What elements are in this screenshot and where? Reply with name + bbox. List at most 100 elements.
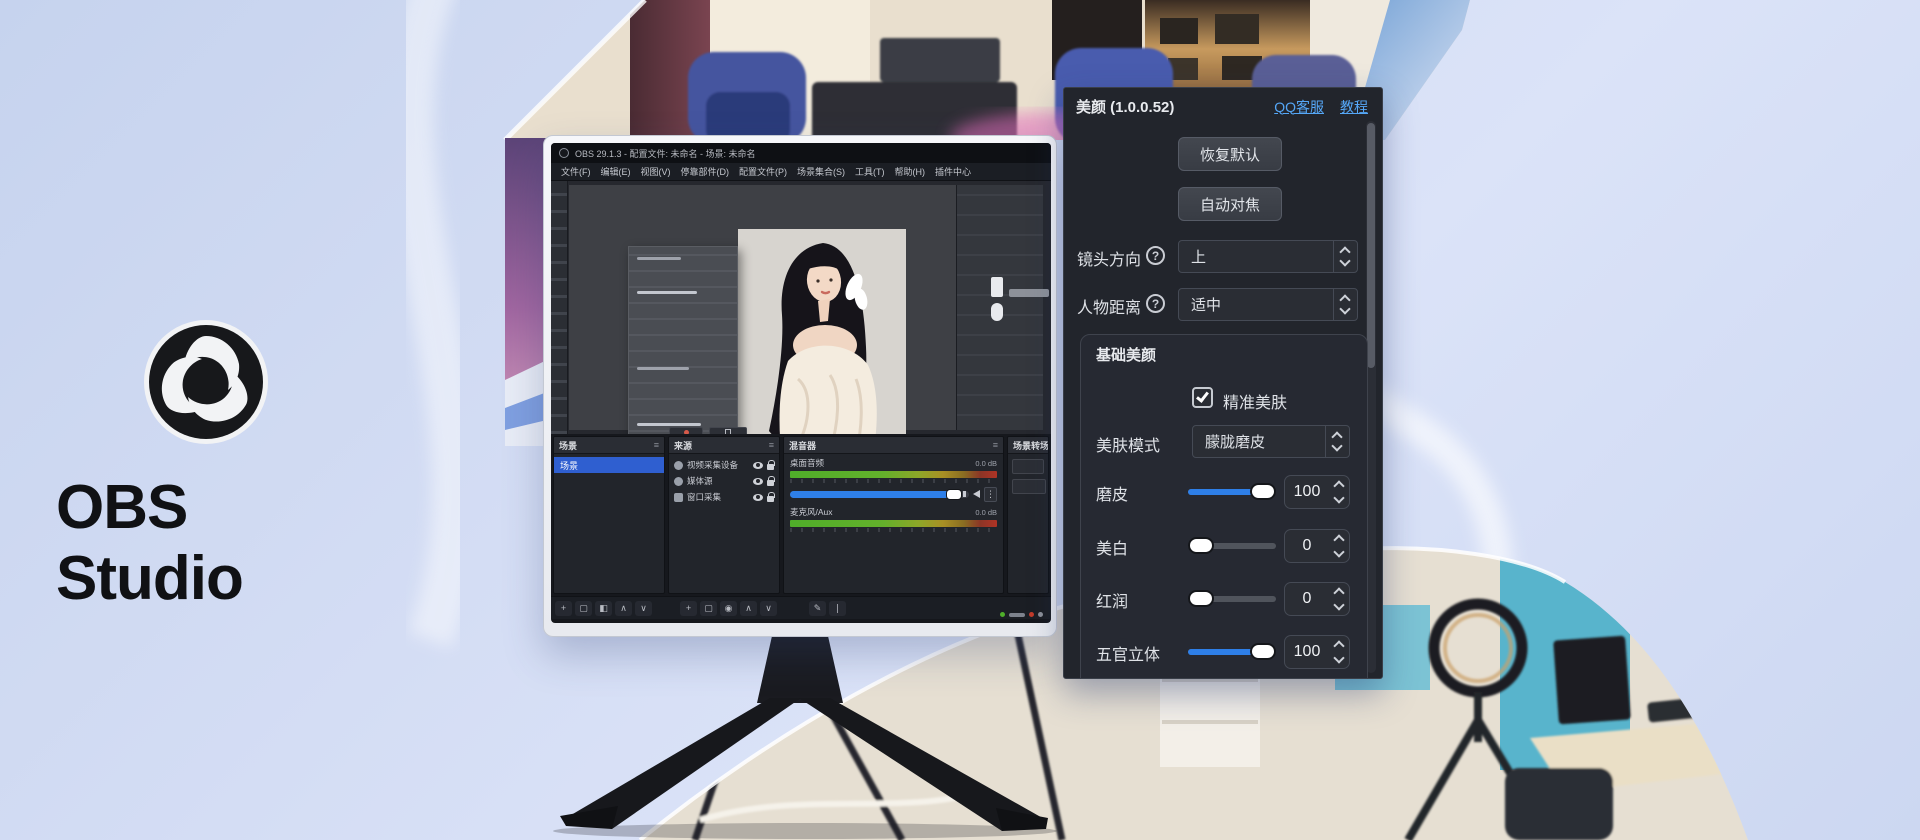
- scene-filters-button[interactable]: ◧: [595, 601, 612, 616]
- facial-3d-spinbox[interactable]: 100: [1284, 635, 1350, 669]
- facial-3d-label: 五官立体: [1096, 641, 1160, 665]
- menu-tools[interactable]: 工具(T): [851, 163, 889, 180]
- rosy-label: 红润: [1096, 588, 1128, 612]
- autofocus-button[interactable]: 自动对焦: [1178, 187, 1282, 221]
- scenes-menu-icon[interactable]: ≡: [654, 440, 659, 450]
- spin-down-icon[interactable]: [1333, 492, 1344, 503]
- transition-duration[interactable]: [1012, 479, 1046, 494]
- source-row[interactable]: 媒体源: [669, 473, 779, 489]
- scrollbar-thumb[interactable]: [1367, 123, 1375, 368]
- select-chevrons-icon[interactable]: [1333, 289, 1357, 320]
- mixer-title: 混音器: [789, 439, 816, 452]
- tutorial-link[interactable]: 教程: [1340, 97, 1368, 117]
- precise-skin-label[interactable]: 精准美肤: [1223, 389, 1287, 413]
- spin-down-icon[interactable]: [1333, 599, 1344, 610]
- help-icon[interactable]: ?: [1146, 294, 1165, 313]
- spin-down-icon[interactable]: [1333, 652, 1344, 663]
- status-bar: [551, 619, 1051, 623]
- add-source-button[interactable]: +: [680, 601, 697, 616]
- spin-down-icon[interactable]: [1333, 546, 1344, 557]
- source-up-button[interactable]: ∧: [740, 601, 757, 616]
- transition-select[interactable]: [1012, 459, 1044, 474]
- menu-view[interactable]: 视图(V): [637, 163, 675, 180]
- monitor-screen: OBS 29.1.3 - 配置文件: 未命名 - 场景: 未命名 文件(F) 编…: [551, 143, 1051, 623]
- slider-handle[interactable]: [1250, 643, 1276, 660]
- select-chevrons-icon[interactable]: [1333, 241, 1357, 272]
- stream-status-dot: [1000, 612, 1005, 617]
- menu-file[interactable]: 文件(F): [557, 163, 595, 180]
- rosy-slider[interactable]: [1188, 596, 1276, 602]
- obs-wordmark: OBS Studio: [56, 472, 386, 614]
- help-icon[interactable]: ?: [1146, 246, 1165, 265]
- smoothing-label: 磨皮: [1096, 481, 1128, 505]
- whitening-spinbox[interactable]: 0: [1284, 529, 1350, 563]
- mixer-menu-icon[interactable]: ≡: [993, 440, 998, 450]
- restore-defaults-button[interactable]: 恢复默认: [1178, 137, 1282, 171]
- visibility-eye-icon[interactable]: [753, 478, 763, 485]
- speaker-icon[interactable]: [973, 490, 980, 498]
- spin-up-icon[interactable]: [1333, 480, 1344, 491]
- skin-mode-select[interactable]: 朦胧磨皮: [1192, 425, 1350, 458]
- volume-slider-handle[interactable]: [946, 489, 962, 500]
- source-properties-button[interactable]: ◉: [720, 601, 737, 616]
- meter-ticks: [790, 528, 997, 532]
- lock-icon[interactable]: [767, 464, 774, 470]
- whitening-label: 美白: [1096, 535, 1128, 559]
- mixer-channel-db: 0.0 dB: [975, 459, 997, 468]
- slider-handle[interactable]: [1188, 537, 1214, 554]
- edit-button[interactable]: ✎: [809, 601, 826, 616]
- visibility-eye-icon[interactable]: [753, 462, 763, 469]
- right-tool-panel: [956, 185, 1043, 430]
- lock-icon[interactable]: [767, 480, 774, 486]
- scenes-dock: 场景 ≡ 场景: [553, 436, 665, 594]
- source-row[interactable]: 窗口采集: [669, 489, 779, 505]
- dock-toolbar: + ▢ ◧ ∧ ∨ + ▢ ◉ ∧ ∨ ✎ ❘: [551, 596, 1051, 619]
- source-down-button[interactable]: ∨: [760, 601, 777, 616]
- spin-up-icon[interactable]: [1333, 587, 1344, 598]
- spin-up-icon[interactable]: [1333, 534, 1344, 545]
- bitrate-bar: [1009, 613, 1025, 617]
- slider-handle[interactable]: [1188, 590, 1214, 607]
- lock-icon[interactable]: [767, 496, 774, 502]
- menu-profile[interactable]: 配置文件(P): [735, 163, 791, 180]
- obs-preview-area: [551, 181, 1051, 434]
- camera-direction-select[interactable]: 上: [1178, 240, 1358, 273]
- audio-meter: [790, 471, 997, 478]
- volume-slider[interactable]: [790, 491, 969, 498]
- add-scene-button[interactable]: +: [555, 601, 572, 616]
- precise-skin-checkbox[interactable]: [1192, 387, 1213, 408]
- camera-direction-label: 镜头方向: [1077, 246, 1141, 270]
- qq-support-link[interactable]: QQ客服: [1274, 97, 1324, 117]
- sources-menu-icon[interactable]: ≡: [769, 440, 774, 450]
- alert-button[interactable]: ❘: [829, 601, 846, 616]
- transitions-dock: 场景转场: [1007, 436, 1049, 594]
- move-up-button[interactable]: ∧: [615, 601, 632, 616]
- basic-beauty-title: 基础美颜: [1096, 344, 1156, 365]
- obs-window-title: OBS 29.1.3 - 配置文件: 未命名 - 场景: 未命名: [575, 147, 756, 160]
- visibility-eye-icon[interactable]: [753, 494, 763, 501]
- basic-beauty-group: 基础美颜 精准美肤 美肤模式 朦胧磨皮 磨皮 100 美白 0: [1080, 334, 1368, 679]
- menu-docks[interactable]: 停靠部件(D): [677, 163, 734, 180]
- person-distance-select[interactable]: 适中: [1178, 288, 1358, 321]
- smoothing-spinbox[interactable]: 100: [1284, 475, 1350, 509]
- scene-item-selected[interactable]: 场景: [554, 457, 664, 473]
- source-row[interactable]: 视频采集设备: [669, 457, 779, 473]
- menu-edit[interactable]: 编辑(E): [597, 163, 635, 180]
- promo-canvas: OBS Studio OBS 29.1.3 - 配置文件: 未命名 - 场景: …: [0, 0, 1920, 840]
- whitening-slider[interactable]: [1188, 543, 1276, 549]
- facial-3d-slider[interactable]: [1188, 649, 1276, 655]
- mixer-options-button[interactable]: ⋮: [984, 487, 997, 502]
- menu-plugin-center[interactable]: 插件中心: [931, 163, 975, 180]
- rosy-spinbox[interactable]: 0: [1284, 582, 1350, 616]
- move-down-button[interactable]: ∨: [635, 601, 652, 616]
- spin-up-icon[interactable]: [1333, 640, 1344, 651]
- smoothing-slider[interactable]: [1188, 489, 1276, 495]
- menu-scene-collection[interactable]: 场景集合(S): [793, 163, 849, 180]
- portrait-photo: [738, 229, 906, 461]
- remove-source-button[interactable]: ▢: [700, 601, 717, 616]
- remove-scene-button[interactable]: ▢: [575, 601, 592, 616]
- select-chevrons-icon[interactable]: [1325, 426, 1349, 457]
- menu-help[interactable]: 帮助(H): [891, 163, 930, 180]
- skin-mode-label: 美肤模式: [1096, 432, 1160, 456]
- slider-handle[interactable]: [1250, 483, 1276, 500]
